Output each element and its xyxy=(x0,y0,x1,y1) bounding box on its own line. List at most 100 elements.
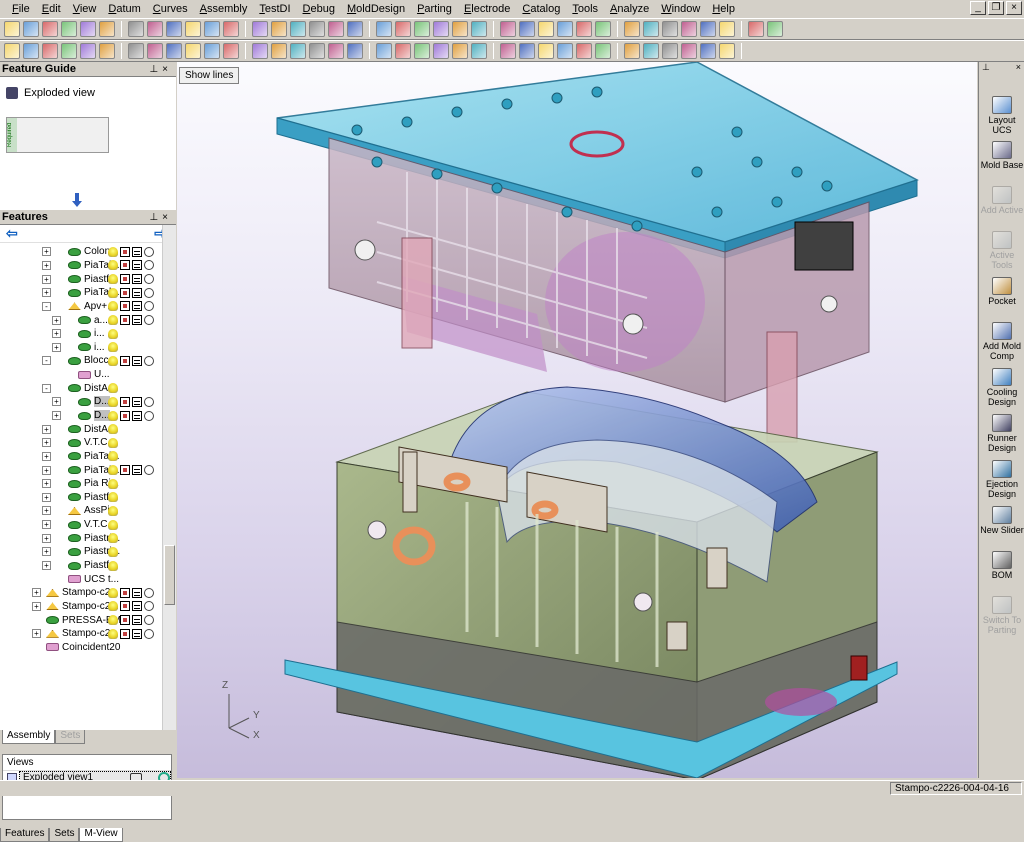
component-icon[interactable] xyxy=(120,301,130,312)
back-arrow-icon[interactable]: ⇦ xyxy=(6,225,18,242)
color-icon[interactable] xyxy=(309,21,325,37)
feature-tree-row[interactable]: - Apv+... xyxy=(0,300,172,314)
tree-expander-icon[interactable]: + xyxy=(42,561,51,571)
feature-tree-row[interactable]: + Piastri... xyxy=(0,531,172,545)
visibility-bulb-icon[interactable] xyxy=(108,342,118,353)
feature-tree-row[interactable]: UCS t... xyxy=(0,572,172,586)
datum-icon[interactable] xyxy=(624,21,640,37)
select-icon[interactable] xyxy=(128,21,144,37)
tool-active-tools[interactable]: Active Tools xyxy=(979,231,1024,270)
print-icon[interactable] xyxy=(61,21,77,37)
measure-icon[interactable] xyxy=(290,43,306,59)
tree-expander-icon[interactable]: + xyxy=(52,411,61,420)
feature-tree-row[interactable]: + PiaTal... xyxy=(0,463,172,477)
menu-item-analyze[interactable]: Analyze xyxy=(604,0,655,18)
new-icon[interactable] xyxy=(719,43,735,59)
tool-mold-base[interactable]: Mold Base xyxy=(979,141,1024,170)
color-icon[interactable] xyxy=(309,43,325,59)
component-icon[interactable] xyxy=(120,260,130,271)
pan-icon[interactable] xyxy=(519,43,535,59)
view-icon[interactable] xyxy=(204,43,220,59)
view-icon[interactable] xyxy=(144,615,154,626)
view-icon[interactable] xyxy=(144,260,154,271)
tree-expander-icon[interactable]: + xyxy=(52,329,61,339)
pin-icon[interactable]: ⊥× xyxy=(149,210,176,224)
tab-sets[interactable]: Sets xyxy=(55,730,86,744)
visibility-bulb-icon[interactable] xyxy=(108,615,118,626)
component-icon[interactable] xyxy=(120,246,130,257)
tool-add-active[interactable]: Add Active xyxy=(979,186,1024,215)
hidden-icon[interactable] xyxy=(252,43,268,59)
feature-tree-row[interactable]: + D... xyxy=(0,395,172,409)
visibility-bulb-icon[interactable] xyxy=(108,260,118,271)
feature-tree-row[interactable]: + Piastf... xyxy=(0,272,172,286)
minimize-button[interactable]: _ xyxy=(970,1,986,15)
feature-tree-row[interactable]: + Stampo-c2... xyxy=(0,586,172,600)
menu-item-window[interactable]: Window xyxy=(655,0,706,18)
view-icon[interactable] xyxy=(144,274,154,285)
open-icon[interactable] xyxy=(376,43,392,59)
component-icon[interactable] xyxy=(120,315,130,326)
tree-expander-icon[interactable]: + xyxy=(32,588,41,598)
datum-icon[interactable] xyxy=(624,43,640,59)
component-icon[interactable] xyxy=(120,465,130,476)
light-icon[interactable] xyxy=(347,43,363,59)
visibility-bulb-icon[interactable] xyxy=(108,465,118,476)
view-icon[interactable] xyxy=(144,410,154,421)
open-icon[interactable] xyxy=(23,43,39,59)
tree-expander-icon[interactable]: + xyxy=(52,342,61,352)
new-icon[interactable] xyxy=(719,21,735,37)
tree-expander-icon[interactable]: + xyxy=(42,438,51,448)
menu-item-electrode[interactable]: Electrode xyxy=(458,0,516,18)
feature-tree-row[interactable]: + D... xyxy=(0,409,172,423)
hidden-icon[interactable] xyxy=(252,21,268,37)
tree-expander-icon[interactable]: + xyxy=(42,492,51,502)
layout-icon[interactable] xyxy=(132,587,142,598)
visibility-bulb-icon[interactable] xyxy=(108,274,118,285)
guide-arrow-icon[interactable] xyxy=(72,193,82,207)
tab-assembly[interactable]: Assembly xyxy=(2,730,56,744)
menu-item-curves[interactable]: Curves xyxy=(147,0,194,18)
visibility-bulb-icon[interactable] xyxy=(108,424,118,435)
color-icon[interactable] xyxy=(662,21,678,37)
feature-tree-row[interactable]: + Stampo-c2... xyxy=(0,627,172,641)
feature-tree-row[interactable]: + a... xyxy=(0,313,172,327)
visibility-bulb-icon[interactable] xyxy=(108,533,118,544)
undo-icon[interactable] xyxy=(433,43,449,59)
tree-expander-icon[interactable]: + xyxy=(42,274,51,284)
feature-tree-scrollbar[interactable] xyxy=(162,225,176,730)
show-lines-button[interactable]: Show lines xyxy=(179,67,240,84)
feature-guide-item[interactable]: Exploded view xyxy=(6,87,95,99)
measure-icon[interactable] xyxy=(643,21,659,37)
feature-tree-row[interactable]: Coincident20 xyxy=(0,641,172,655)
tree-expander-icon[interactable]: + xyxy=(42,520,51,530)
view-icon[interactable] xyxy=(144,355,154,366)
graphics-viewport[interactable]: Show lines Z Y X xyxy=(177,62,977,778)
feature-tree-row[interactable]: + V.T.C... xyxy=(0,436,172,450)
pan-icon[interactable] xyxy=(166,43,182,59)
layout-icon[interactable] xyxy=(132,601,142,612)
visibility-bulb-icon[interactable] xyxy=(108,560,118,571)
tree-expander-icon[interactable]: + xyxy=(42,547,51,557)
menu-item-edit[interactable]: Edit xyxy=(36,0,67,18)
tree-expander-icon[interactable]: + xyxy=(42,465,51,475)
visibility-bulb-icon[interactable] xyxy=(108,287,118,298)
view-icon[interactable] xyxy=(557,21,573,37)
menu-item-catalog[interactable]: Catalog xyxy=(516,0,566,18)
zoom-icon[interactable] xyxy=(147,21,163,37)
tab-sets[interactable]: Sets xyxy=(49,828,80,842)
visibility-bulb-icon[interactable] xyxy=(108,505,118,516)
save-icon[interactable] xyxy=(42,21,58,37)
layout-icon[interactable] xyxy=(132,315,142,326)
shade-icon[interactable] xyxy=(576,21,592,37)
feature-tree-row[interactable]: PRESSA-BM... xyxy=(0,613,172,627)
restore-button[interactable]: ❐ xyxy=(988,1,1004,15)
feature-tree-row[interactable]: + Piastri... xyxy=(0,545,172,559)
tool-switch-to-parting[interactable]: Switch To Parting xyxy=(979,596,1024,635)
rotate-icon[interactable] xyxy=(538,43,554,59)
view-icon[interactable] xyxy=(144,601,154,612)
visibility-bulb-icon[interactable] xyxy=(108,519,118,530)
view-icon[interactable] xyxy=(144,315,154,326)
component-icon[interactable] xyxy=(120,410,130,421)
component-icon[interactable] xyxy=(120,274,130,285)
